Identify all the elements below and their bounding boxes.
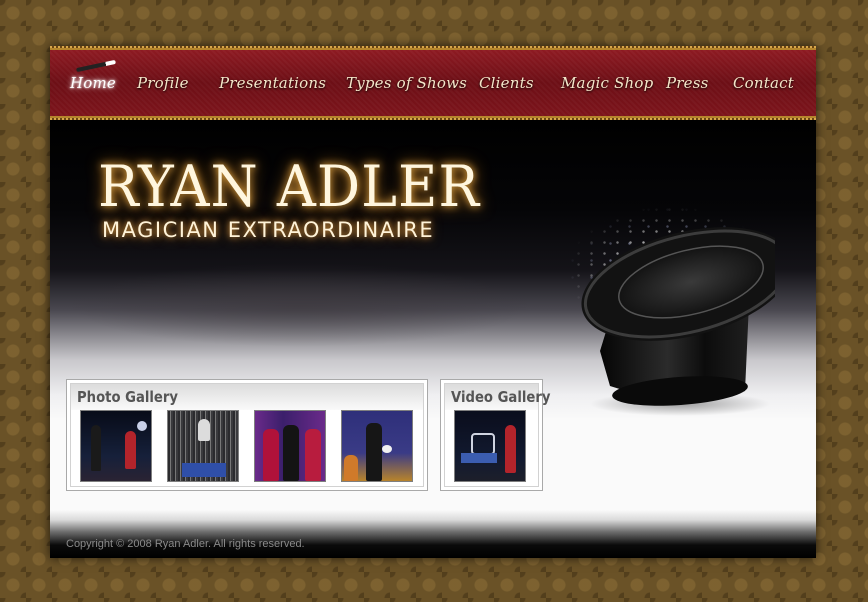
photo-gallery-header: Photo Gallery — [71, 384, 423, 410]
video-gallery-header: Video Gallery — [445, 384, 550, 410]
photo-gallery: Photo Gallery — [66, 379, 428, 491]
hero-banner: RYAN ADLER MAGICIAN EXTRAORDINAIRE Photo… — [50, 120, 816, 558]
assistant-figure — [505, 425, 516, 473]
table-prop-icon — [461, 453, 497, 463]
child-figure — [344, 455, 358, 481]
video-gallery: Video Gallery — [440, 379, 550, 491]
assistant-figure — [305, 429, 321, 481]
assistant-figure — [125, 431, 136, 469]
nav-magic-shop[interactable]: Magic Shop — [561, 74, 653, 92]
tv-icon — [471, 433, 495, 455]
prop-icon — [137, 421, 147, 431]
nav-contact[interactable]: Contact — [733, 74, 794, 92]
performer-figure — [283, 425, 299, 481]
performer-figure — [91, 425, 101, 471]
performer-figure — [366, 423, 382, 481]
video-gallery-title: Video Gallery — [451, 388, 551, 406]
stage-prop-icon — [182, 463, 226, 477]
site-subtitle: MAGICIAN EXTRAORDINAIRE — [102, 218, 435, 242]
nav-clients[interactable]: Clients — [479, 74, 534, 92]
dove-icon — [382, 445, 392, 453]
nav-press[interactable]: Press — [666, 74, 709, 92]
nav-types-of-shows[interactable]: Types of Shows — [346, 74, 467, 92]
nav-home[interactable]: Home — [70, 74, 116, 92]
photo-thumbnail[interactable] — [167, 410, 239, 482]
photo-thumbnail[interactable] — [254, 410, 326, 482]
site-frame: Home Profile Presentations Types of Show… — [50, 46, 816, 558]
video-thumbnail[interactable] — [454, 410, 526, 482]
photo-gallery-title: Photo Gallery — [77, 388, 178, 406]
photo-thumbnail[interactable] — [341, 410, 413, 482]
site-title: RYAN ADLER — [98, 153, 481, 220]
magic-wand-icon — [76, 59, 116, 73]
assistant-figure — [263, 429, 279, 481]
nav-profile[interactable]: Profile — [137, 74, 189, 92]
main-navigation: Home Profile Presentations Types of Show… — [50, 46, 816, 120]
performer-figure — [198, 419, 210, 441]
copyright-text: Copyright © 2008 Ryan Adler. All rights … — [66, 538, 305, 550]
top-hat-icon — [581, 227, 775, 416]
nav-presentations[interactable]: Presentations — [219, 74, 326, 92]
photo-thumbnail[interactable] — [80, 410, 152, 482]
